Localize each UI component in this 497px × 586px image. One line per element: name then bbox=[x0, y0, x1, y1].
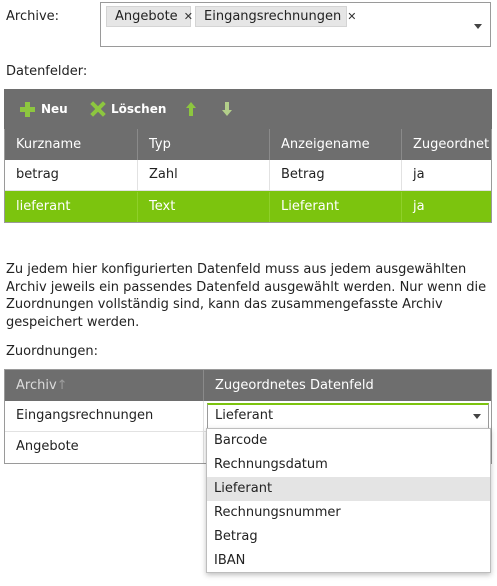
remove-tag-icon[interactable]: ✕ bbox=[184, 10, 193, 23]
column-header-typ[interactable]: Typ bbox=[138, 129, 270, 160]
table-header: Archiv↑ Zugeordnetes Datenfeld bbox=[5, 370, 491, 401]
chevron-down-icon[interactable] bbox=[473, 414, 481, 419]
new-button[interactable]: Neu bbox=[20, 89, 68, 129]
dropdown-option-iban[interactable]: IBAN bbox=[207, 549, 490, 573]
arrow-up-icon bbox=[186, 102, 196, 116]
delete-button-label: Löschen bbox=[111, 102, 167, 116]
cell-archiv: Eingangsrechnungen bbox=[5, 401, 204, 431]
column-header-archiv[interactable]: Archiv↑ bbox=[5, 370, 204, 401]
cell-typ: Zahl bbox=[138, 160, 270, 190]
cell-anzeigename: Lieferant bbox=[270, 191, 402, 222]
column-header-zugeordnetes-datenfeld[interactable]: Zugeordnetes Datenfeld bbox=[204, 370, 491, 401]
column-header-anzeigename[interactable]: Anzeigename bbox=[270, 129, 402, 160]
fields-toolbar: Neu Löschen bbox=[4, 89, 492, 129]
dropdown-option-barcode[interactable]: Barcode bbox=[207, 429, 490, 453]
table-row-selected[interactable]: lieferant Text Lieferant ja bbox=[5, 191, 491, 222]
sort-arrow-icon: ↑ bbox=[56, 378, 68, 393]
datenfeld-select-value: Lieferant bbox=[215, 408, 274, 423]
table-header: Kurzname Typ Anzeigename Zugeordnet bbox=[5, 129, 491, 160]
cell-archiv: Angebote bbox=[5, 432, 204, 463]
cell-typ: Text bbox=[138, 191, 270, 222]
column-header-kurzname[interactable]: Kurzname bbox=[5, 129, 138, 160]
archive-tag-eingangsrechnungen: Eingangsrechnungen ✕ bbox=[195, 6, 356, 27]
table-row[interactable]: betrag Zahl Betrag ja bbox=[5, 160, 491, 191]
move-up-button[interactable] bbox=[185, 89, 197, 129]
archive-label: Archive: bbox=[6, 9, 60, 24]
dropdown-option-rechnungsdatum[interactable]: Rechnungsdatum bbox=[207, 453, 490, 477]
delete-button[interactable]: Löschen bbox=[90, 89, 166, 129]
plus-icon bbox=[20, 101, 35, 117]
dropdown-option-rechnungsnummer[interactable]: Rechnungsnummer bbox=[207, 501, 490, 525]
dropdown-option-lieferant[interactable]: Lieferant bbox=[207, 477, 490, 501]
new-button-label: Neu bbox=[41, 102, 68, 116]
cell-kurzname: betrag bbox=[5, 160, 138, 190]
datenfeld-dropdown-list: Barcode Rechnungsdatum Lieferant Rechnun… bbox=[206, 428, 491, 573]
archive-tag-input[interactable]: Angebote ✕ Eingangsrechnungen ✕ bbox=[100, 2, 491, 47]
datenfelder-label: Datenfelder: bbox=[6, 64, 88, 79]
cell-anzeigename: Betrag bbox=[270, 160, 402, 190]
archive-tag-angebote: Angebote ✕ bbox=[106, 6, 193, 27]
fields-table: Kurzname Typ Anzeigename Zugeordnet betr… bbox=[4, 129, 492, 223]
cell-kurzname: lieferant bbox=[5, 191, 138, 222]
column-header-archiv-label: Archiv bbox=[16, 378, 57, 393]
arrow-down-icon bbox=[222, 102, 232, 116]
chevron-down-icon[interactable] bbox=[474, 24, 482, 29]
cell-zugeordnet: ja bbox=[413, 167, 425, 182]
datenfeld-select[interactable]: Lieferant bbox=[207, 403, 489, 429]
delete-icon bbox=[90, 101, 106, 117]
tag-label: Eingangsrechnungen bbox=[204, 9, 342, 24]
cell-zugeordnetes-datenfeld: Lieferant bbox=[204, 401, 491, 431]
cell-zugeordnet: ja bbox=[413, 198, 425, 214]
zuordnungen-label: Zuordnungen: bbox=[6, 344, 99, 359]
info-text: Zu jedem hier konfigurierten Datenfeld m… bbox=[6, 262, 487, 330]
column-header-zugeordnet[interactable]: Zugeordnet bbox=[402, 129, 491, 160]
move-down-button[interactable] bbox=[221, 89, 233, 129]
remove-tag-icon[interactable]: ✕ bbox=[347, 10, 356, 23]
tag-label: Angebote bbox=[115, 9, 178, 24]
dropdown-option-betrag[interactable]: Betrag bbox=[207, 525, 490, 549]
